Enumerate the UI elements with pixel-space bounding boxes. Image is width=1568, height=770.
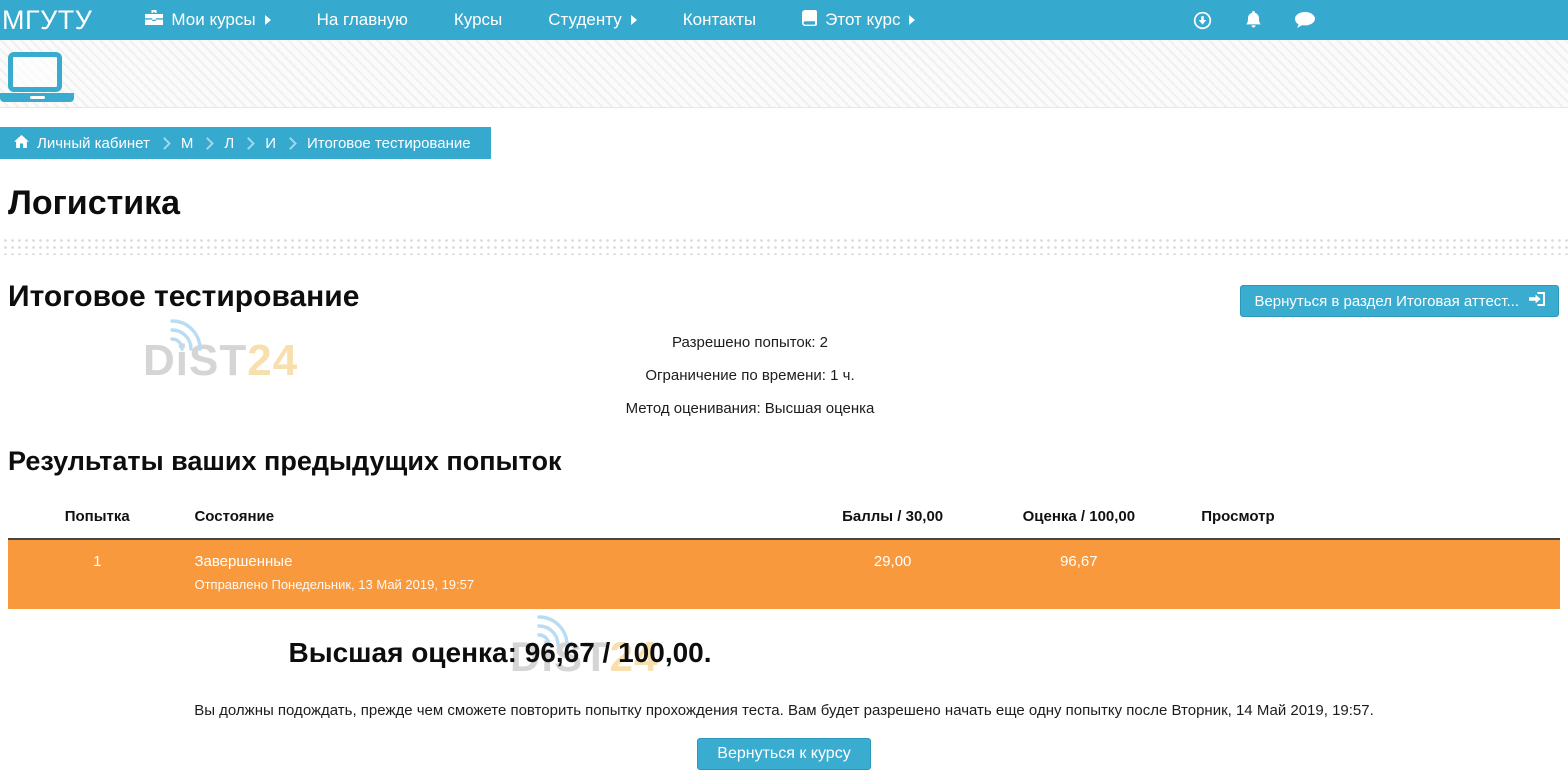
chevron-separator-icon xyxy=(284,137,297,150)
chevron-right-icon xyxy=(909,15,915,25)
attempts-allowed-text: Разрешено попыток: 2 xyxy=(0,334,1500,351)
menu-label: Этот курс xyxy=(825,10,900,30)
quiz-section-head: Итоговое тестирование Вернуться в раздел… xyxy=(8,280,1559,317)
quiz-info: Разрешено попыток: 2 Ограничение по врем… xyxy=(0,334,1500,417)
attempt-grade: 96,67 xyxy=(1001,539,1156,609)
sign-in-icon xyxy=(1529,292,1545,310)
grading-method-text: Метод оценивания: Высшая оценка xyxy=(0,400,1500,417)
bell-icon[interactable] xyxy=(1245,11,1262,29)
col-header-grade: Оценка / 100,00 xyxy=(1001,497,1156,539)
chevron-separator-icon xyxy=(242,137,255,150)
attempt-submitted: Отправлено Понедельник, 13 Май 2019, 19:… xyxy=(194,577,776,592)
breadcrumb-m[interactable]: М xyxy=(181,135,194,152)
main-menu: Мои курсы На главную Курсы Студенту Конт… xyxy=(122,0,938,40)
attempts-table: Попытка Состояние Баллы / 30,00 Оценка /… xyxy=(8,497,1560,609)
chevron-right-icon xyxy=(265,15,271,25)
attempt-review xyxy=(1156,539,1319,609)
back-to-course-button[interactable]: Вернуться к курсу xyxy=(697,738,870,770)
header-band xyxy=(0,40,1568,108)
breadcrumb: Личный кабинет М Л И Итоговое тестирован… xyxy=(0,127,491,159)
col-header-filler xyxy=(1319,497,1560,539)
navbar-right-icons xyxy=(1193,0,1315,40)
back-to-section-button[interactable]: Вернуться в раздел Итоговая аттест... xyxy=(1240,285,1559,317)
col-header-points: Баллы / 30,00 xyxy=(784,497,1001,539)
arrow-down-circle-icon[interactable] xyxy=(1193,11,1212,30)
attempt-row: 1 Завершенные Отправлено Понедельник, 13… xyxy=(8,539,1560,609)
results-heading: Результаты ваших предыдущих попыток xyxy=(8,446,1568,477)
attempt-filler xyxy=(1319,539,1560,609)
menu-label: Контакты xyxy=(683,10,756,30)
menu-this-course[interactable]: Этот курс xyxy=(779,0,938,40)
attempt-state: Завершенные xyxy=(194,553,776,570)
page-title: Логистика xyxy=(8,184,1568,223)
col-header-attempt: Попытка xyxy=(8,497,186,539)
attempt-state-cell: Завершенные Отправлено Понедельник, 13 М… xyxy=(186,539,784,609)
breadcrumb-row: Личный кабинет М Л И Итоговое тестирован… xyxy=(0,127,1568,159)
top-navbar: МГУТУ Мои курсы На главную Курсы Студент… xyxy=(0,0,1568,40)
col-header-review: Просмотр xyxy=(1156,497,1319,539)
laptop-icon-notch xyxy=(30,96,45,99)
quiz-title: Итоговое тестирование xyxy=(8,280,359,314)
chat-bubble-icon[interactable] xyxy=(1295,12,1315,29)
laptop-icon xyxy=(8,52,62,92)
final-grade-text: Высшая оценка: 96,67 / 100,00. xyxy=(0,637,1000,669)
menu-label: На главную xyxy=(317,10,408,30)
attempt-number: 1 xyxy=(8,539,186,609)
breadcrumb-current: Итоговое тестирование xyxy=(307,135,471,152)
chevron-separator-icon xyxy=(158,137,171,150)
menu-contacts[interactable]: Контакты xyxy=(660,0,779,40)
menu-courses[interactable]: Курсы xyxy=(431,0,525,40)
table-header-row: Попытка Состояние Баллы / 30,00 Оценка /… xyxy=(8,497,1560,539)
attempt-points: 29,00 xyxy=(784,539,1001,609)
briefcase-icon xyxy=(145,10,163,30)
home-icon xyxy=(14,135,29,152)
chevron-right-icon xyxy=(631,15,637,25)
menu-my-courses[interactable]: Мои курсы xyxy=(122,0,293,40)
book-icon xyxy=(802,10,817,31)
breadcrumb-l[interactable]: Л xyxy=(224,135,234,152)
bottom-button-row: Вернуться к курсу xyxy=(0,738,1568,770)
final-grade-block: DiST24 Высшая оценка: 96,67 / 100,00. xyxy=(0,637,1000,669)
wait-message: Вы должны подождать, прежде чем сможете … xyxy=(0,702,1568,719)
logo-mgutu[interactable]: МГУТУ xyxy=(2,5,92,36)
menu-label: Курсы xyxy=(454,10,502,30)
menu-home[interactable]: На главную xyxy=(294,0,431,40)
menu-student[interactable]: Студенту xyxy=(525,0,659,40)
chevron-separator-icon xyxy=(201,137,214,150)
breadcrumb-i[interactable]: И xyxy=(265,135,276,152)
time-limit-text: Ограничение по времени: 1 ч. xyxy=(0,367,1500,384)
col-header-state: Состояние xyxy=(186,497,784,539)
menu-label: Мои курсы xyxy=(171,10,255,30)
menu-label: Студенту xyxy=(548,10,621,30)
dotted-separator xyxy=(0,235,1568,255)
breadcrumb-dashboard[interactable]: Личный кабинет xyxy=(14,135,150,152)
